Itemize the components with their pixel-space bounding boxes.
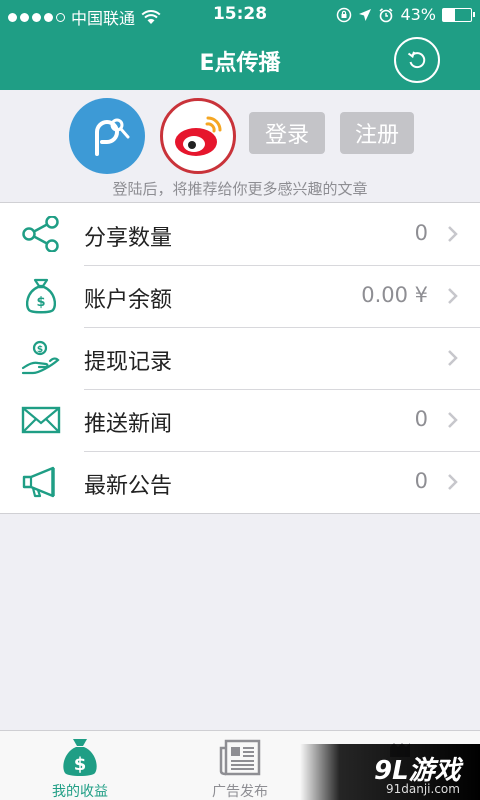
money-bag-icon: $	[20, 276, 62, 316]
money-bag-icon: $	[56, 737, 104, 779]
menu-item-withdraw-records[interactable]: $ 提现记录	[0, 327, 480, 389]
nav-bar: E点传播	[0, 30, 480, 90]
newspaper-icon	[216, 737, 264, 779]
menu-item-value: 0	[414, 469, 428, 493]
refresh-button[interactable]	[394, 37, 440, 83]
weibo-login-button[interactable]	[160, 98, 236, 174]
chevron-right-icon	[448, 412, 458, 428]
location-icon	[359, 8, 372, 21]
menu-item-label: 分享数量	[84, 226, 173, 251]
menu-item-label: 账户余额	[84, 288, 173, 313]
login-hint: 登陆后，将推荐给你更多感兴趣的文章	[112, 180, 368, 198]
withdraw-icon: $	[20, 338, 62, 378]
tab-label: 我的收益	[52, 784, 108, 800]
menu-item-value: 0.00 ¥	[361, 283, 428, 307]
battery-percent: 43%	[400, 5, 436, 24]
battery-level	[443, 8, 456, 21]
tab-my-income[interactable]: $ 我的收益	[0, 731, 160, 800]
status-bar: 中国联通 15:28 43%	[0, 0, 480, 30]
svg-text:$: $	[74, 754, 87, 775]
chevron-right-icon	[448, 350, 458, 366]
megaphone-icon	[20, 462, 62, 502]
battery-icon	[442, 7, 475, 22]
menu-item-account-balance[interactable]: $ 账户余额 0.00 ¥	[0, 265, 480, 327]
status-right: 43%	[336, 5, 475, 24]
tab-label: 广告发布	[212, 784, 268, 800]
menu-item-label: 最新公告	[84, 474, 173, 499]
svg-text:$: $	[37, 345, 43, 355]
menu-item-latest-announcement[interactable]: 最新公告 0	[0, 451, 480, 513]
menu-item-label: 提现记录	[84, 350, 173, 375]
menu-item-push-news[interactable]: 推送新闻 0	[0, 389, 480, 451]
login-area: 登录 注册 登陆后，将推荐给你更多感兴趣的文章	[0, 90, 480, 202]
rotation-lock-icon	[337, 7, 352, 22]
refresh-icon	[407, 51, 426, 69]
tab-ad-publish[interactable]: 广告发布	[160, 731, 320, 800]
chevron-right-icon	[448, 288, 458, 304]
login-button[interactable]: 登录	[249, 112, 325, 154]
earphone-p-icon	[95, 118, 130, 156]
share-icon	[20, 214, 62, 254]
menu-item-value: 0	[414, 407, 428, 431]
watermark: 9L游戏 91danji.com	[300, 744, 480, 800]
svg-text:$: $	[36, 295, 45, 310]
weibo-icon	[175, 116, 222, 156]
menu-item-share-count[interactable]: 分享数量 0	[0, 203, 480, 265]
p-login-button[interactable]	[69, 98, 145, 174]
menu-item-value: 0	[414, 221, 428, 245]
menu-item-label: 推送新闻	[84, 412, 173, 437]
chevron-right-icon	[448, 474, 458, 490]
menu-list: 分享数量 0 $ 账户余额 0.00 ¥ $ 提现记录 推送新闻 0 最新公告 …	[0, 202, 480, 514]
chevron-right-icon	[448, 226, 458, 242]
register-button[interactable]: 注册	[340, 112, 414, 154]
watermark-url: 91danji.com	[386, 782, 460, 796]
envelope-icon	[20, 400, 62, 440]
alarm-icon	[379, 7, 393, 22]
